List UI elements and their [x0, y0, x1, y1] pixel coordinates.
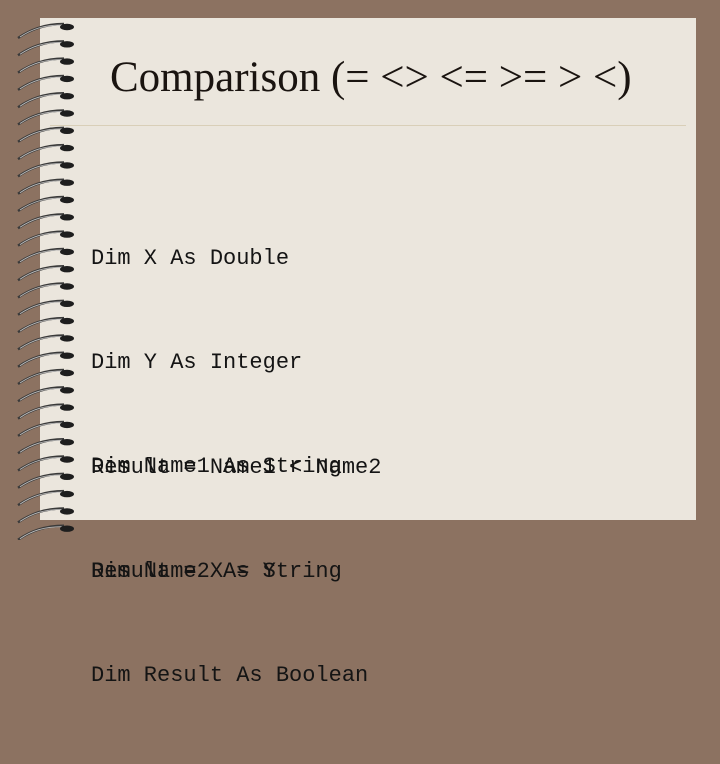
slide-title: Comparison (= <> <= >= > <): [110, 54, 632, 101]
spiral-binding-icon: [17, 22, 74, 540]
code-line: Result = Name1 < Name2: [91, 454, 382, 480]
code-line: Result = X = Y: [91, 558, 276, 584]
slide: Comparison (= <> <= >= > <) Dim X As Dou…: [0, 0, 720, 688]
code-line: Dim X As Double: [91, 245, 290, 271]
title-divider: [50, 125, 686, 126]
code-line: Dim Result As Boolean: [91, 663, 369, 689]
code-line: Dim Y As Integer: [91, 349, 303, 375]
statements-block: Result = Name1 < Name2 Result = X = Y: [91, 381, 381, 659]
